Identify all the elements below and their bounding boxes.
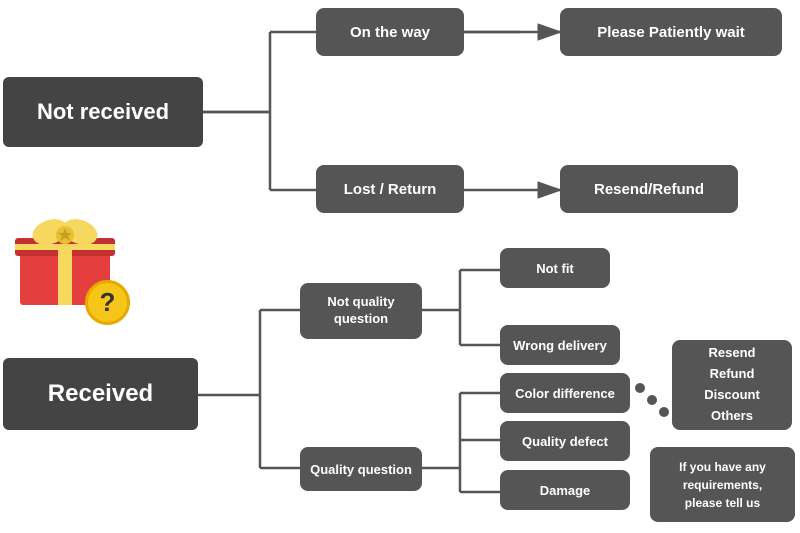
flowchart: Not received On the way Please Patiently… [0,0,800,533]
quality-question-node: Quality question [300,447,422,491]
not-received-node: Not received [3,77,203,147]
on-the-way-node: On the way [316,8,464,56]
wrong-delivery-node: Wrong delivery [500,325,620,365]
quality-defect-node: Quality defect [500,421,630,461]
resend-refund-bottom-node: ResendRefundDiscountOthers [672,340,792,430]
not-quality-label: Not qualityquestion [327,294,394,328]
not-quality-node: Not qualityquestion [300,283,422,339]
resend-refund-bottom-label: ResendRefundDiscountOthers [704,343,760,426]
received-node: Received [3,358,198,430]
resend-refund-top-node: Resend/Refund [560,165,738,213]
damage-node: Damage [500,470,630,510]
please-wait-node: Please Patiently wait [560,8,782,56]
not-fit-node: Not fit [500,248,610,288]
requirements-node: If you have anyrequirements,please tell … [650,447,795,522]
color-difference-node: Color difference [500,373,630,413]
lost-return-node: Lost / Return [316,165,464,213]
requirements-label: If you have anyrequirements,please tell … [679,458,766,512]
question-mark-icon: ? [85,280,130,325]
